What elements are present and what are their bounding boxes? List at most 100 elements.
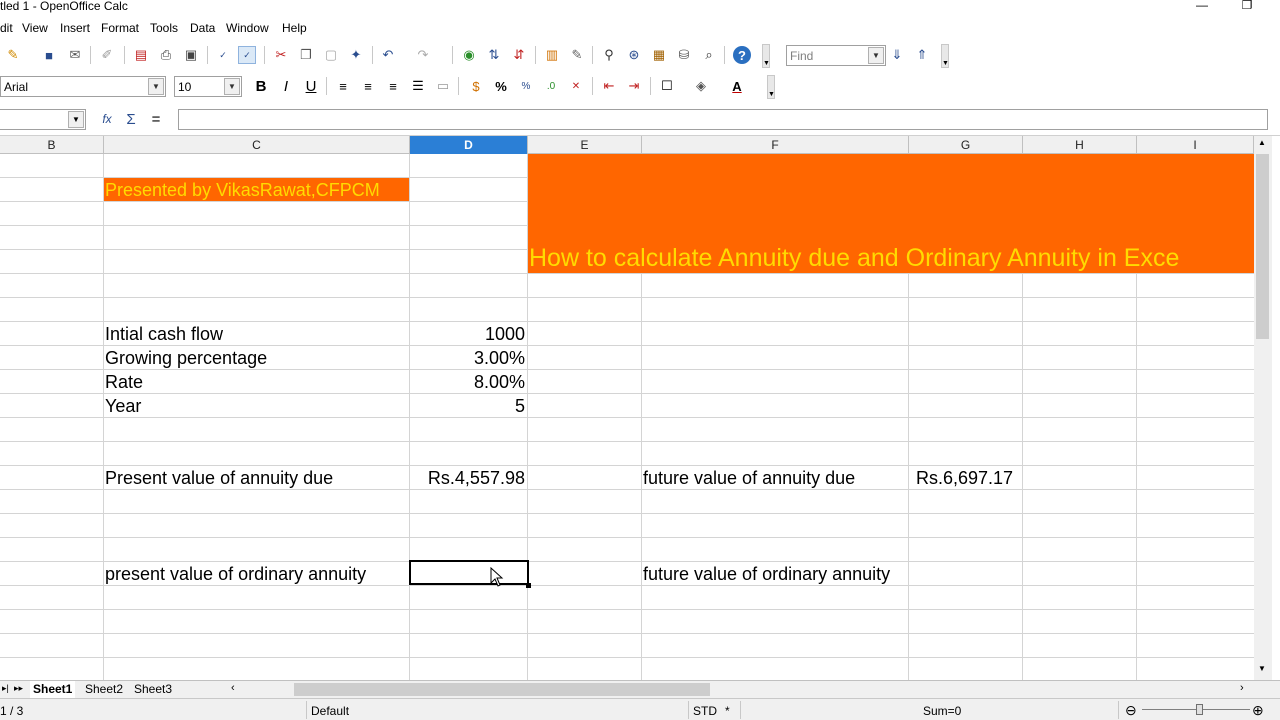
sort-descending-icon[interactable]: ⇵ <box>510 46 528 64</box>
pv-annuity-due-value[interactable]: Rs.4,557.98 <box>410 466 525 490</box>
column-header-c[interactable]: C <box>104 136 410 154</box>
font-color-button[interactable]: A <box>728 77 746 95</box>
sum-button[interactable]: Σ <box>122 110 140 128</box>
column-header-g[interactable]: G <box>909 136 1023 154</box>
initial-cash-flow-label[interactable]: Intial cash flow <box>105 322 408 346</box>
selection-mode[interactable]: STD <box>693 704 717 718</box>
undo-icon[interactable]: ↶ <box>379 46 397 64</box>
menu-edit[interactable]: dit <box>0 21 13 35</box>
column-header-i[interactable]: I <box>1137 136 1254 154</box>
pv-ordinary-annuity-label[interactable]: present value of ordinary annuity <box>105 562 408 586</box>
zoom-out-icon[interactable]: ⊖ <box>1125 702 1137 719</box>
print-icon[interactable]: ⎙ <box>157 46 175 64</box>
pv-annuity-due-label[interactable]: Present value of annuity due <box>105 466 408 490</box>
chevron-down-icon[interactable]: ▼ <box>148 78 164 95</box>
bold-button[interactable]: B <box>252 77 270 95</box>
menu-help[interactable]: Help <box>282 21 307 35</box>
edit-file-icon[interactable]: ✐ <box>98 46 116 64</box>
restore-button[interactable]: ❐ <box>1237 0 1257 13</box>
vertical-scrollbar[interactable]: ▲ ▼ <box>1254 136 1272 680</box>
menu-view[interactable]: View <box>22 21 48 35</box>
spreadsheet-grid[interactable]: How to calculate Annuity due and Ordinar… <box>0 154 1254 680</box>
draw-functions-icon[interactable]: ✎ <box>568 46 586 64</box>
column-header-e[interactable]: E <box>528 136 642 154</box>
formula-input[interactable] <box>178 109 1268 130</box>
print-preview-icon[interactable]: ▣ <box>182 46 200 64</box>
tab-sheet3[interactable]: Sheet3 <box>131 681 175 698</box>
new-document-icon[interactable]: ✎ <box>4 46 22 64</box>
tab-sheet1[interactable]: Sheet1 <box>30 681 76 698</box>
column-header-h[interactable]: H <box>1023 136 1137 154</box>
fv-annuity-due-value[interactable]: Rs.6,697.17 <box>916 466 1036 490</box>
export-pdf-icon[interactable]: ▤ <box>132 46 150 64</box>
function-wizard-button[interactable]: fx <box>98 110 116 128</box>
function-button[interactable]: = <box>147 110 165 128</box>
redo-icon[interactable]: ↷ <box>414 46 432 64</box>
spellcheck-icon[interactable]: ✓ <box>214 46 232 64</box>
chevron-down-icon[interactable]: ▼ <box>68 111 84 128</box>
menu-tools[interactable]: Tools <box>150 21 178 35</box>
find-replace-icon[interactable]: ⚲ <box>600 46 618 64</box>
year-value[interactable]: 5 <box>410 394 525 418</box>
find-previous-icon[interactable]: ⇑ <box>913 46 931 64</box>
copy-icon[interactable]: ❐ <box>297 46 315 64</box>
data-sources-icon[interactable]: ⛁ <box>675 46 693 64</box>
align-right-icon[interactable]: ≡ <box>384 77 402 95</box>
tab-scroll-last-icon[interactable]: ▸▸ <box>14 683 23 694</box>
cut-icon[interactable]: ✂ <box>272 46 290 64</box>
toolbar-grip[interactable]: ▼ <box>762 44 770 68</box>
minimize-button[interactable]: — <box>1192 0 1212 13</box>
scroll-left-icon[interactable]: ‹ <box>231 682 235 694</box>
help-icon[interactable]: ? <box>733 46 751 64</box>
menu-window[interactable]: Window <box>226 21 269 35</box>
save-icon[interactable]: ■ <box>40 46 58 64</box>
font-name-select[interactable]: Arial ▼ <box>0 76 166 97</box>
sort-ascending-icon[interactable]: ⇅ <box>485 46 503 64</box>
justify-icon[interactable]: ☰ <box>409 77 427 95</box>
vertical-scroll-thumb[interactable] <box>1256 154 1269 339</box>
scroll-right-icon[interactable]: › <box>1240 682 1244 694</box>
currency-format-icon[interactable]: $ <box>467 77 485 95</box>
rate-value[interactable]: 8.00% <box>410 370 525 394</box>
percent-format-button[interactable]: % <box>492 77 510 95</box>
sum-display[interactable]: Sum=0 <box>923 704 961 718</box>
autospellcheck-icon[interactable]: ✓ <box>238 46 256 64</box>
chevron-down-icon[interactable]: ▼ <box>868 47 884 64</box>
zoom-icon[interactable]: ⌕ <box>700 46 718 64</box>
background-color-icon[interactable]: ◈ <box>692 77 710 95</box>
clone-formatting-icon[interactable]: ✦ <box>347 46 365 64</box>
standard-format-icon[interactable]: % <box>517 77 535 95</box>
toolbar-grip[interactable]: ▼ <box>941 44 949 68</box>
underline-button[interactable]: U <box>302 77 320 95</box>
increase-indent-icon[interactable]: ⇥ <box>625 77 643 95</box>
paste-icon[interactable]: ▢ <box>322 46 340 64</box>
gallery-icon[interactable]: ▦ <box>650 46 668 64</box>
align-left-icon[interactable]: ≡ <box>334 77 352 95</box>
name-box[interactable]: ▼ <box>0 109 86 130</box>
italic-button[interactable]: I <box>277 77 295 95</box>
active-cell-cursor[interactable] <box>409 560 529 585</box>
merge-cells-icon[interactable]: ▭ <box>434 77 452 95</box>
toolbar-grip[interactable]: ▼ <box>767 75 775 99</box>
initial-cash-flow-value[interactable]: 1000 <box>410 322 525 346</box>
font-size-select[interactable]: 10 ▼ <box>174 76 242 97</box>
presenter-cell[interactable]: Presented by VikasRawat,CFPCM <box>104 178 409 201</box>
fv-annuity-due-label[interactable]: future value of annuity due <box>643 466 907 490</box>
menu-data[interactable]: Data <box>190 21 215 35</box>
tab-sheet2[interactable]: Sheet2 <box>82 681 126 698</box>
chart-icon[interactable]: ▥ <box>543 46 561 64</box>
navigator-icon[interactable]: ⊛ <box>625 46 643 64</box>
growing-percentage-value[interactable]: 3.00% <box>410 346 525 370</box>
rate-label[interactable]: Rate <box>105 370 408 394</box>
find-input[interactable]: Find ▼ <box>786 45 886 66</box>
menu-insert[interactable]: Insert <box>60 21 90 35</box>
zoom-in-icon[interactable]: ⊕ <box>1252 702 1264 719</box>
column-header-f[interactable]: F <box>642 136 909 154</box>
year-label[interactable]: Year <box>105 394 408 418</box>
column-header-d[interactable]: D <box>410 136 528 154</box>
title-banner[interactable]: How to calculate Annuity due and Ordinar… <box>528 154 1254 273</box>
decrease-indent-icon[interactable]: ⇤ <box>600 77 618 95</box>
menu-format[interactable]: Format <box>101 21 139 35</box>
fill-handle[interactable] <box>526 583 531 588</box>
scroll-up-icon[interactable]: ▲ <box>1258 138 1266 147</box>
